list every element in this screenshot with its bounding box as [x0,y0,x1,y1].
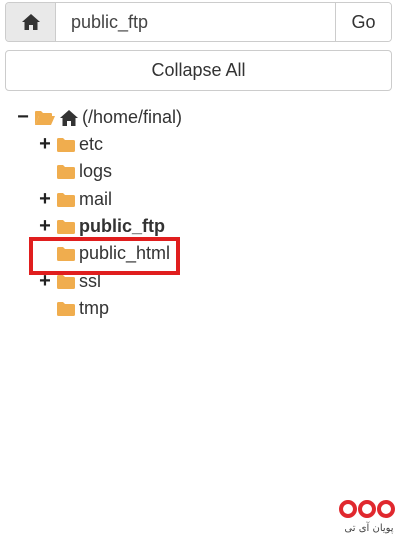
folder-icon [56,192,76,208]
folder-open-icon [34,110,56,126]
home-button[interactable] [6,3,56,41]
tree-item-mail[interactable]: + mail [37,186,112,213]
folder-icon [56,274,76,290]
go-button[interactable]: Go [335,3,391,41]
tree-item-label[interactable]: public_ftp [79,216,165,237]
folder-icon [56,164,76,180]
path-input[interactable] [56,3,335,41]
folder-icon [56,137,76,153]
tree-item-tmp[interactable]: tmp [37,295,109,322]
watermark-logo: پویان آی تی [338,499,398,539]
home-icon [21,14,40,30]
tree-root[interactable]: − (/home/final) [15,104,182,131]
tree-item-etc[interactable]: + etc [37,131,103,158]
collapse-toggle-icon[interactable]: − [15,106,31,129]
tree-item-public-ftp[interactable]: + public_ftp [37,213,165,240]
expand-toggle-icon[interactable]: + [37,188,53,211]
watermark-rings-icon [339,500,395,518]
path-bar: Go [5,2,392,42]
tree-item-label[interactable]: tmp [79,298,109,319]
collapse-all-button[interactable]: Collapse All [5,50,392,91]
folder-icon [56,219,76,235]
tree-item-label[interactable]: logs [79,161,112,182]
folder-icon [56,301,76,317]
tree-item-logs[interactable]: logs [37,158,112,185]
highlight-box [29,237,180,275]
expand-toggle-icon[interactable]: + [37,133,53,156]
watermark-text: پویان آی تی [344,523,394,534]
home-icon [59,109,79,127]
expand-toggle-icon[interactable]: + [37,215,53,238]
tree-root-label[interactable]: (/home/final) [82,107,182,128]
tree-item-label[interactable]: mail [79,189,112,210]
tree-item-label[interactable]: etc [79,134,103,155]
